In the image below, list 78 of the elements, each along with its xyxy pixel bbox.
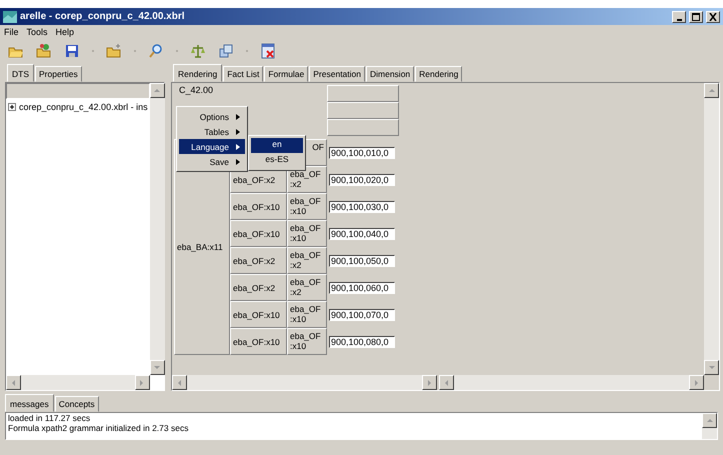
menu-item[interactable]: en xyxy=(251,138,303,153)
scroll-right-button[interactable] xyxy=(134,375,150,390)
maximize-button[interactable] xyxy=(689,10,703,22)
tab[interactable]: Formulae xyxy=(264,66,308,82)
scroll-up-button[interactable] xyxy=(150,83,165,98)
scroll-left-button[interactable] xyxy=(6,375,21,390)
column-header xyxy=(327,85,399,102)
scroll-up-button[interactable] xyxy=(702,413,717,428)
column-header xyxy=(327,102,399,119)
menu-item[interactable]: Tables xyxy=(179,124,245,139)
row-header: eba_OF :x10 xyxy=(287,193,327,220)
table-title: C_42.00 xyxy=(178,85,214,97)
window-title: arelle - corep_conpru_c_42.00.xbrl xyxy=(20,11,186,22)
close-icon xyxy=(708,12,718,20)
log-message: loaded in 117.27 secs xyxy=(8,413,92,423)
value-field[interactable]: 900,100,010,0 xyxy=(329,146,395,158)
row-header: eba_OF :x10 xyxy=(287,328,327,355)
documents-icon[interactable] xyxy=(218,43,234,59)
menu-item[interactable]: File xyxy=(4,27,19,37)
menu-item[interactable]: Options xyxy=(179,109,245,124)
value-field[interactable]: 900,100,050,0 xyxy=(329,254,395,266)
close-button[interactable] xyxy=(706,10,720,22)
tab[interactable]: Dimension xyxy=(366,66,414,82)
search-icon[interactable] xyxy=(148,43,164,59)
tab[interactable]: Properties xyxy=(35,66,82,82)
row-header: eba_OF :x10 xyxy=(287,301,327,328)
scroll-right-button[interactable] xyxy=(422,375,437,390)
row-header: eba_OF:x10 xyxy=(230,328,287,355)
value-field[interactable]: 900,100,080,0 xyxy=(329,336,395,348)
tab[interactable]: Fact List xyxy=(223,66,264,82)
horizontal-scrollbar[interactable] xyxy=(439,375,704,390)
row-header: eba_OF :x10 xyxy=(287,220,327,247)
tab[interactable]: Concepts xyxy=(54,396,99,412)
scroll-down-button[interactable] xyxy=(150,360,165,375)
row-header: eba_OF:x10 xyxy=(230,220,287,247)
value-field[interactable]: 900,100,070,0 xyxy=(329,308,395,320)
value-field[interactable]: 900,100,040,0 xyxy=(329,228,395,240)
row-header: eba_OF :x2 xyxy=(287,247,327,274)
menu-item[interactable]: Tools xyxy=(26,27,48,37)
scroll-right-button[interactable] xyxy=(689,375,704,390)
tab[interactable]: DTS xyxy=(7,64,34,82)
menu-item[interactable]: Language xyxy=(179,139,245,154)
window-close-icon[interactable] xyxy=(260,43,276,59)
horizontal-scrollbar[interactable] xyxy=(6,375,150,390)
minimize-button[interactable] xyxy=(672,10,686,22)
expand-icon[interactable] xyxy=(8,103,16,111)
tree-item[interactable]: corep_conpru_c_42.00.xbrl - ins xyxy=(6,99,150,115)
maximize-icon xyxy=(691,12,701,20)
scroll-left-button[interactable] xyxy=(439,375,454,390)
vertical-scrollbar[interactable] xyxy=(702,413,717,439)
tab[interactable]: Presentation xyxy=(309,66,365,82)
app-icon xyxy=(3,10,17,22)
column-header xyxy=(327,119,399,136)
folder-icon[interactable] xyxy=(36,43,52,59)
menu-item[interactable]: Help xyxy=(56,27,74,37)
horizontal-scrollbar[interactable] xyxy=(172,375,437,390)
value-field[interactable]: 900,100,020,0 xyxy=(329,174,395,186)
minimize-icon xyxy=(676,18,682,20)
tab[interactable]: Rendering xyxy=(173,64,222,82)
scroll-up-button[interactable] xyxy=(704,83,719,98)
vertical-scrollbar[interactable] xyxy=(150,83,165,375)
scroll-left-button[interactable] xyxy=(172,375,187,390)
value-field[interactable]: 900,100,060,0 xyxy=(329,282,395,294)
save-icon[interactable] xyxy=(64,43,80,59)
vertical-scrollbar[interactable] xyxy=(704,83,719,375)
scroll-down-button[interactable] xyxy=(704,360,719,375)
filter-field[interactable] xyxy=(6,83,150,99)
value-field[interactable]: 900,100,030,0 xyxy=(329,200,395,212)
row-header: eba_OF:x10 xyxy=(230,301,287,328)
scale-icon[interactable] xyxy=(190,43,206,59)
log-message: Formula xpath2 grammar initialized in 2.73 secs xyxy=(8,423,190,433)
row-header: eba_OF:x2 xyxy=(230,247,287,274)
row-header: eba_OF:x10 xyxy=(230,193,287,220)
tab[interactable]: messages xyxy=(5,394,54,412)
tab[interactable]: Rendering xyxy=(415,66,462,82)
row-header: eba_OF :x2 xyxy=(287,274,327,301)
row-header: eba_OF:x2 xyxy=(230,274,287,301)
folder-icon[interactable] xyxy=(106,43,122,59)
